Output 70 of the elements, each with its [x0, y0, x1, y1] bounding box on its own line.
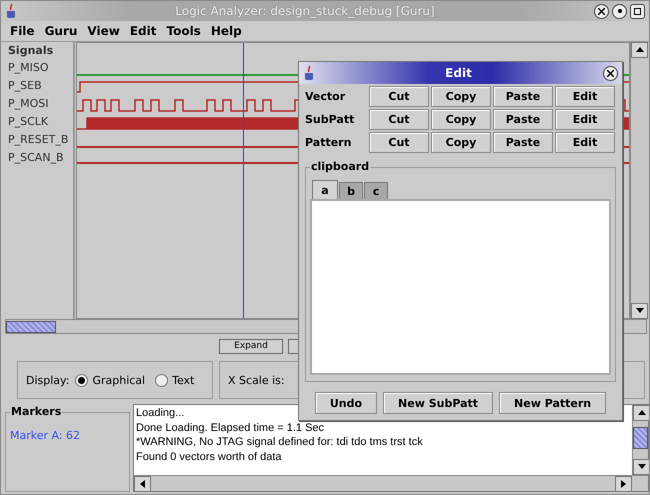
triangle-icon [638, 463, 646, 471]
signal-name: P_MISO [8, 61, 50, 76]
edit-button[interactable]: Paste [493, 109, 553, 130]
edit-button[interactable]: Paste [493, 132, 553, 153]
tab[interactable]: a [312, 180, 338, 199]
maximize-button[interactable] [630, 4, 645, 18]
log-line: Found 0 vectors worth of data [136, 450, 282, 464]
dialog-button[interactable]: New SubPatt [383, 392, 494, 414]
scroll-arrow-button[interactable] [631, 303, 648, 319]
minimize-button[interactable] [612, 4, 627, 18]
display-label: Display: [26, 374, 70, 386]
scrollbar[interactable] [632, 405, 648, 475]
scroll-arrow-button[interactable] [134, 476, 151, 492]
signal-name: P_SCLK [8, 115, 50, 130]
edit-button[interactable]: Copy [431, 86, 491, 107]
scroll-arrow-button[interactable] [633, 459, 649, 475]
edit-button[interactable]: Cut [369, 86, 429, 107]
x-scale-label: X Scale is: [228, 374, 285, 386]
menu-item[interactable]: Edit [124, 24, 162, 38]
edit-button[interactable]: Cut [369, 132, 429, 153]
tab[interactable]: b [339, 182, 363, 199]
scroll-arrow-button[interactable] [633, 405, 649, 421]
signal-name: P_RESET_B [8, 133, 70, 148]
dialog-title: Edit [444, 66, 473, 80]
marker-label: Marker A: 62 [10, 429, 82, 442]
edit-button[interactable]: Edit [555, 86, 615, 107]
window-title: Logic Analyzer: design_stuck_debug [Guru] [174, 4, 436, 18]
menu-item[interactable]: Tools [161, 24, 206, 38]
log-line: Done Loading. Elapsed time = 1.1 Sec [136, 422, 324, 436]
dialog-button[interactable]: Undo [314, 392, 378, 414]
scroll-arrow-button[interactable] [631, 42, 648, 58]
close-button[interactable] [594, 4, 609, 18]
row-label: Pattern [305, 136, 352, 149]
tab[interactable]: c [364, 182, 388, 199]
markers-title: Markers [10, 405, 62, 418]
edit-button[interactable]: Copy [431, 132, 491, 153]
log-line: *WARNING, No JTAG signal defined for: tdi tdo tms trst tck [136, 436, 423, 450]
scrollbar[interactable] [134, 475, 648, 491]
menu-item[interactable]: File [5, 24, 40, 38]
menu-item[interactable]: View [82, 24, 125, 38]
signals-heading: Signals [8, 44, 54, 59]
triangle-icon [138, 480, 146, 488]
close-icon [598, 8, 605, 14]
radio-option[interactable]: Graphical [75, 374, 146, 386]
clipboard-title: clipboard [310, 160, 370, 173]
menu-item[interactable]: Guru [40, 24, 82, 38]
triangle-icon [636, 46, 644, 54]
edit-button[interactable]: Paste [493, 86, 553, 107]
edit-button[interactable]: Cut [369, 109, 429, 130]
scroll-arrow-button[interactable] [615, 476, 632, 492]
signal-name: P_SEB [8, 79, 43, 94]
edit-button[interactable]: Edit [555, 132, 615, 153]
expand-button[interactable]: Expand [219, 338, 283, 354]
signal-name: P_SCAN_B [8, 151, 65, 166]
row-label: SubPatt [305, 113, 356, 126]
log-line: Loading... [136, 407, 184, 421]
triangle-icon [636, 307, 644, 315]
clipboard-text-area[interactable] [310, 199, 611, 375]
close-icon [607, 70, 614, 76]
radio-option[interactable]: Text [155, 374, 194, 386]
edit-button[interactable]: Copy [431, 109, 491, 130]
scrollbar[interactable] [630, 42, 649, 319]
row-label: Vector [305, 90, 346, 103]
dialog-button[interactable]: New Pattern [499, 392, 606, 414]
close-button[interactable] [603, 66, 618, 80]
signal-name: P_MOSI [8, 97, 50, 112]
triangle-icon [638, 409, 646, 417]
edit-button[interactable]: Edit [555, 109, 615, 130]
triangle-icon [620, 480, 628, 488]
menu-item[interactable]: Help [206, 24, 247, 38]
